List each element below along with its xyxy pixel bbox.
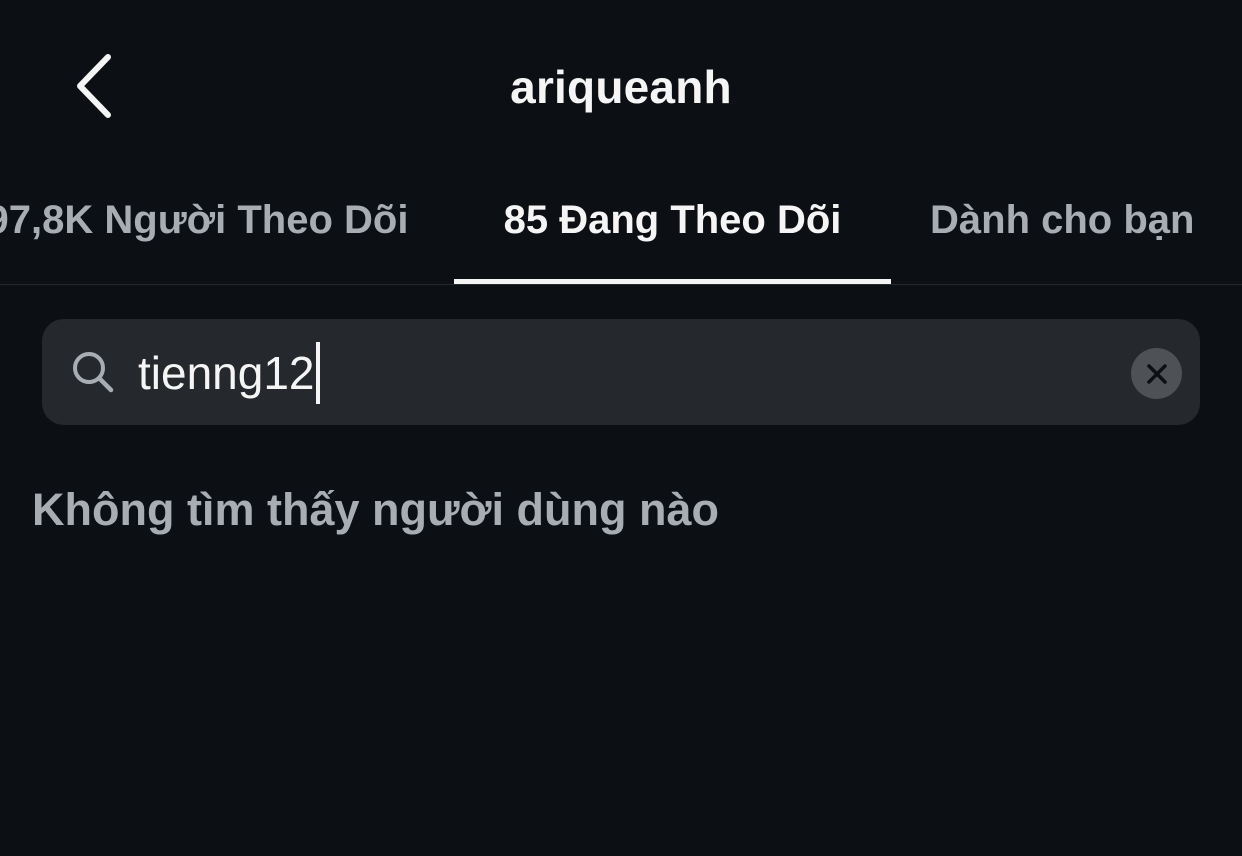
tab-for-you[interactable]: Dành cho bạn [891,188,1242,284]
search-input-value: tienng12 [138,347,315,399]
clear-search-button[interactable] [1131,348,1182,399]
empty-results-message: Không tìm thấy người dùng nào [32,484,719,535]
clear-icon [1146,363,1167,384]
tab-following-label: 85 Đang Theo Dõi [503,198,842,242]
tab-followers-label: 97,8K Người Theo Dõi [0,198,409,242]
search-icon [73,352,114,393]
page-title: ariqueanh [510,61,732,113]
active-tab-indicator [454,279,891,284]
tab-for-you-label: Dành cho bạn [930,198,1195,242]
tab-following[interactable]: 85 Đang Theo Dõi [454,188,891,284]
tab-bar: 97,8K Người Theo Dõi 85 Đang Theo Dõi Dà… [0,188,1242,285]
search-input[interactable]: tienng12 [138,340,320,406]
text-cursor [315,342,320,404]
tab-followers[interactable]: 97,8K Người Theo Dõi [0,188,455,284]
